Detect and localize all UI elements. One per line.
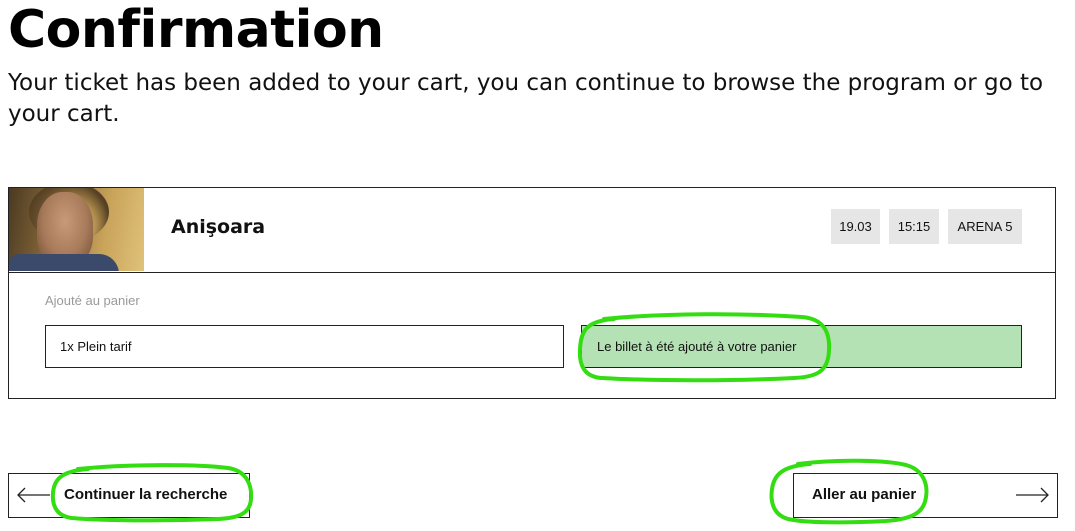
film-title: Anişoara (171, 216, 266, 238)
page-title: Confirmation (8, 0, 384, 60)
status-message: Le billet à été ajouté à votre panier (581, 325, 1022, 368)
go-to-cart-button[interactable]: Aller au panier (793, 473, 1058, 518)
continue-search-button[interactable]: Continuer la recherche (8, 473, 250, 518)
go-to-cart-label: Aller au panier (812, 486, 917, 503)
time-badge: 15:15 (889, 209, 939, 244)
film-poster-image (9, 188, 144, 271)
ticket-summary: 1x Plein tarif (45, 325, 564, 368)
added-to-cart-label: Ajouté au panier (45, 293, 140, 308)
film-header: Anişoara 19.03 15:15 ARENA 5 (9, 188, 1055, 273)
page-subtitle: Your ticket has been added to your cart,… (8, 70, 1044, 127)
venue-badge: ARENA 5 (948, 209, 1022, 244)
arrow-right-icon (1015, 487, 1049, 507)
ticket-card: Anişoara 19.03 15:15 ARENA 5 Ajouté au p… (8, 187, 1056, 399)
arrow-left-icon (17, 487, 51, 507)
date-badge: 19.03 (831, 209, 880, 244)
continue-search-label: Continuer la recherche (64, 486, 228, 503)
